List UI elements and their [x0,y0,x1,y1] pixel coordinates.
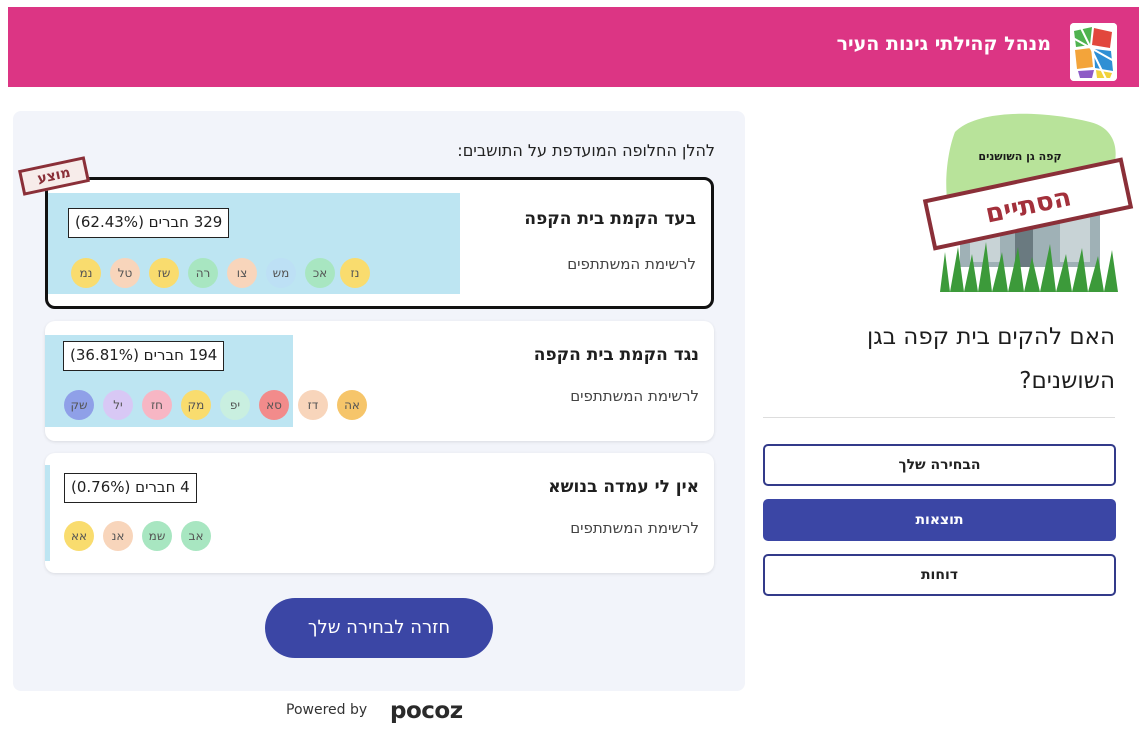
powered-by-label: Powered by [286,702,368,718]
participant-avatar: טל [110,258,140,288]
back-to-your-choice-button[interactable]: חזרה לבחירה שלך [265,598,493,658]
vote-share-bar [45,465,50,561]
participant-avatar: יל [103,390,133,420]
participant-avatar: אה [337,390,367,420]
option-card-for: בעד הקמת בית הקפה לרשימת המשתתפים 329 חב… [45,177,714,309]
participants-link[interactable]: לרשימת המשתתפים [570,519,699,537]
poll-image-caption: קפה גן השושנים [978,150,1061,163]
community-logo-icon[interactable] [1070,23,1117,81]
pocoz-logo[interactable]: pocoz [390,698,463,724]
participant-avatar: צו [227,258,257,288]
participants-link[interactable]: לרשימת המשתתפים [570,387,699,405]
poll-image: קפה גן השושנים הסתיים [920,112,1139,292]
participant-avatar: מק [181,390,211,420]
participant-avatar: נמ [71,258,101,288]
option-title: בעד הקמת בית הקפה [524,209,696,229]
vote-count: 4 חברים (0.76%) [64,473,197,503]
reports-button[interactable]: דוחות [763,554,1116,596]
option-title: נגד הקמת בית הקפה [533,345,699,365]
results-heading: להלן החלופה המועדפת על התושבים: [457,141,715,160]
participants-link[interactable]: לרשימת המשתתפים [567,255,696,273]
option-title: אין לי עמדה בנושא [548,477,699,497]
participant-avatar: דז [298,390,328,420]
results-button[interactable]: תוצאות [763,499,1116,541]
participant-avatar: חז [142,390,172,420]
participant-avatar: סא [259,390,289,420]
participant-avatar: שמ [142,521,172,551]
participant-avatar: יפ [220,390,250,420]
community-title: מנהל קהילתי גינות העיר [836,33,1051,55]
participant-avatar: רה [188,258,218,288]
participant-avatar: נז [340,258,370,288]
divider [763,417,1115,418]
vote-count: 194 חברים (36.81%) [63,341,225,371]
option-card-no-opinion: אין לי עמדה בנושא לרשימת המשתתפים 4 חברי… [45,453,714,573]
participant-avatar: אב [181,521,211,551]
participant-avatar: מש [266,258,296,288]
vote-count: 329 חברים (62.43%) [68,208,230,238]
option-card-against: נגד הקמת בית הקפה לרשימת המשתתפים 194 חב… [45,321,714,441]
participant-avatar: אנ [103,521,133,551]
your-choice-button[interactable]: הבחירה שלך [763,444,1116,486]
top-header-bar: מנהל קהילתי גינות העיר [8,7,1139,87]
participant-avatar: אא [64,521,94,551]
poll-question: האם להקים בית קפה בגן השושנים? [866,324,1115,394]
participant-avatar: שק [64,390,94,420]
participant-avatar: אכ [305,258,335,288]
participant-avatar: שז [149,258,179,288]
